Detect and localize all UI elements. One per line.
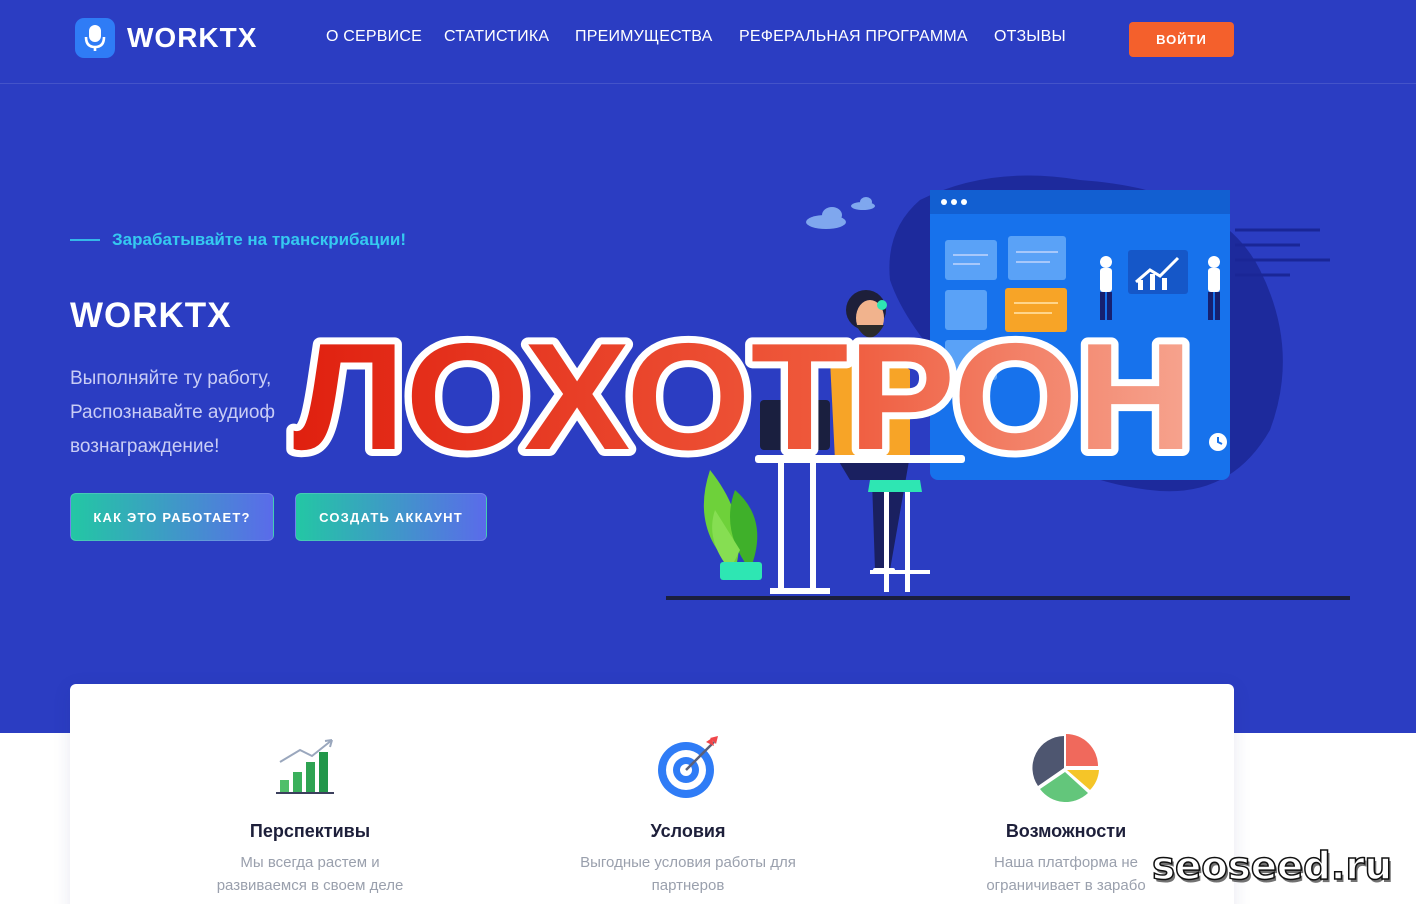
watermark-text: seoseed.ru (1152, 844, 1392, 888)
tagline-text: Зарабатывайте на транскрибации! (112, 230, 407, 249)
logo[interactable]: WORKTX (75, 18, 257, 58)
growth-chart-icon (276, 739, 334, 794)
target-icon (658, 736, 718, 798)
hero-description-line: Выполняйте ту работу, (70, 368, 272, 389)
hero-description-line: Распознавайте аудиоф (70, 402, 276, 423)
hero-tagline: Зарабатывайте на транскрибации! (70, 230, 406, 250)
tagline-dash (70, 239, 100, 241)
seoseed-watermark: seoseed.ru seoseed.ru (1151, 843, 1394, 891)
pie-chart-icon (1032, 734, 1099, 802)
features-card: Перспективы Мы всегда растем и развиваем… (70, 684, 1234, 904)
create-account-button[interactable]: СОЗДАТЬ АККАУНТ (295, 493, 487, 541)
hero-description: Выполняйте ту работу, Распознавайте ауди… (70, 362, 310, 464)
scam-stamp-overlay: ЛОХОТРОН ЛОХОТРОН ЛОХОТРОН (286, 322, 1200, 472)
feature-title: Возможности (1005, 821, 1127, 841)
nav-item-reviews[interactable]: ОТЗЫВЫ (994, 28, 1066, 46)
how-it-works-button[interactable]: КАК ЭТО РАБОТАЕТ? (70, 493, 274, 541)
nav-item-statistics[interactable]: СТАТИСТИКА (444, 28, 549, 46)
feature-title: Перспективы (249, 821, 371, 841)
hero-description-line: вознаграждение! (70, 436, 220, 457)
feature-description: Мы всегда растем и развиваемся в своем д… (216, 854, 404, 894)
logo-text: WORKTX (127, 22, 258, 53)
hero-title: WORKTX (70, 296, 232, 335)
microphone-icon (75, 18, 115, 58)
nav-item-about[interactable]: О СЕРВИСЕ (326, 28, 422, 46)
nav-item-referral[interactable]: РЕФЕРАЛЬНАЯ ПРОГРАММА (739, 28, 968, 46)
nav-item-advantages[interactable]: ПРЕИМУЩЕСТВА (575, 28, 713, 46)
login-button[interactable]: ВОЙТИ (1129, 22, 1234, 57)
site-header: WORKTX О СЕРВИСЕ СТАТИСТИКА ПРЕИМУЩЕСТВА… (0, 0, 1416, 84)
hero-section: WORKTX О СЕРВИСЕ СТАТИСТИКА ПРЕИМУЩЕСТВА… (0, 0, 1416, 733)
feature-title: Условия (650, 821, 726, 841)
stamp-text: ЛОХОТРОН (293, 322, 1193, 472)
feature-description: Выгодные условия работы для партнеров (580, 854, 796, 894)
